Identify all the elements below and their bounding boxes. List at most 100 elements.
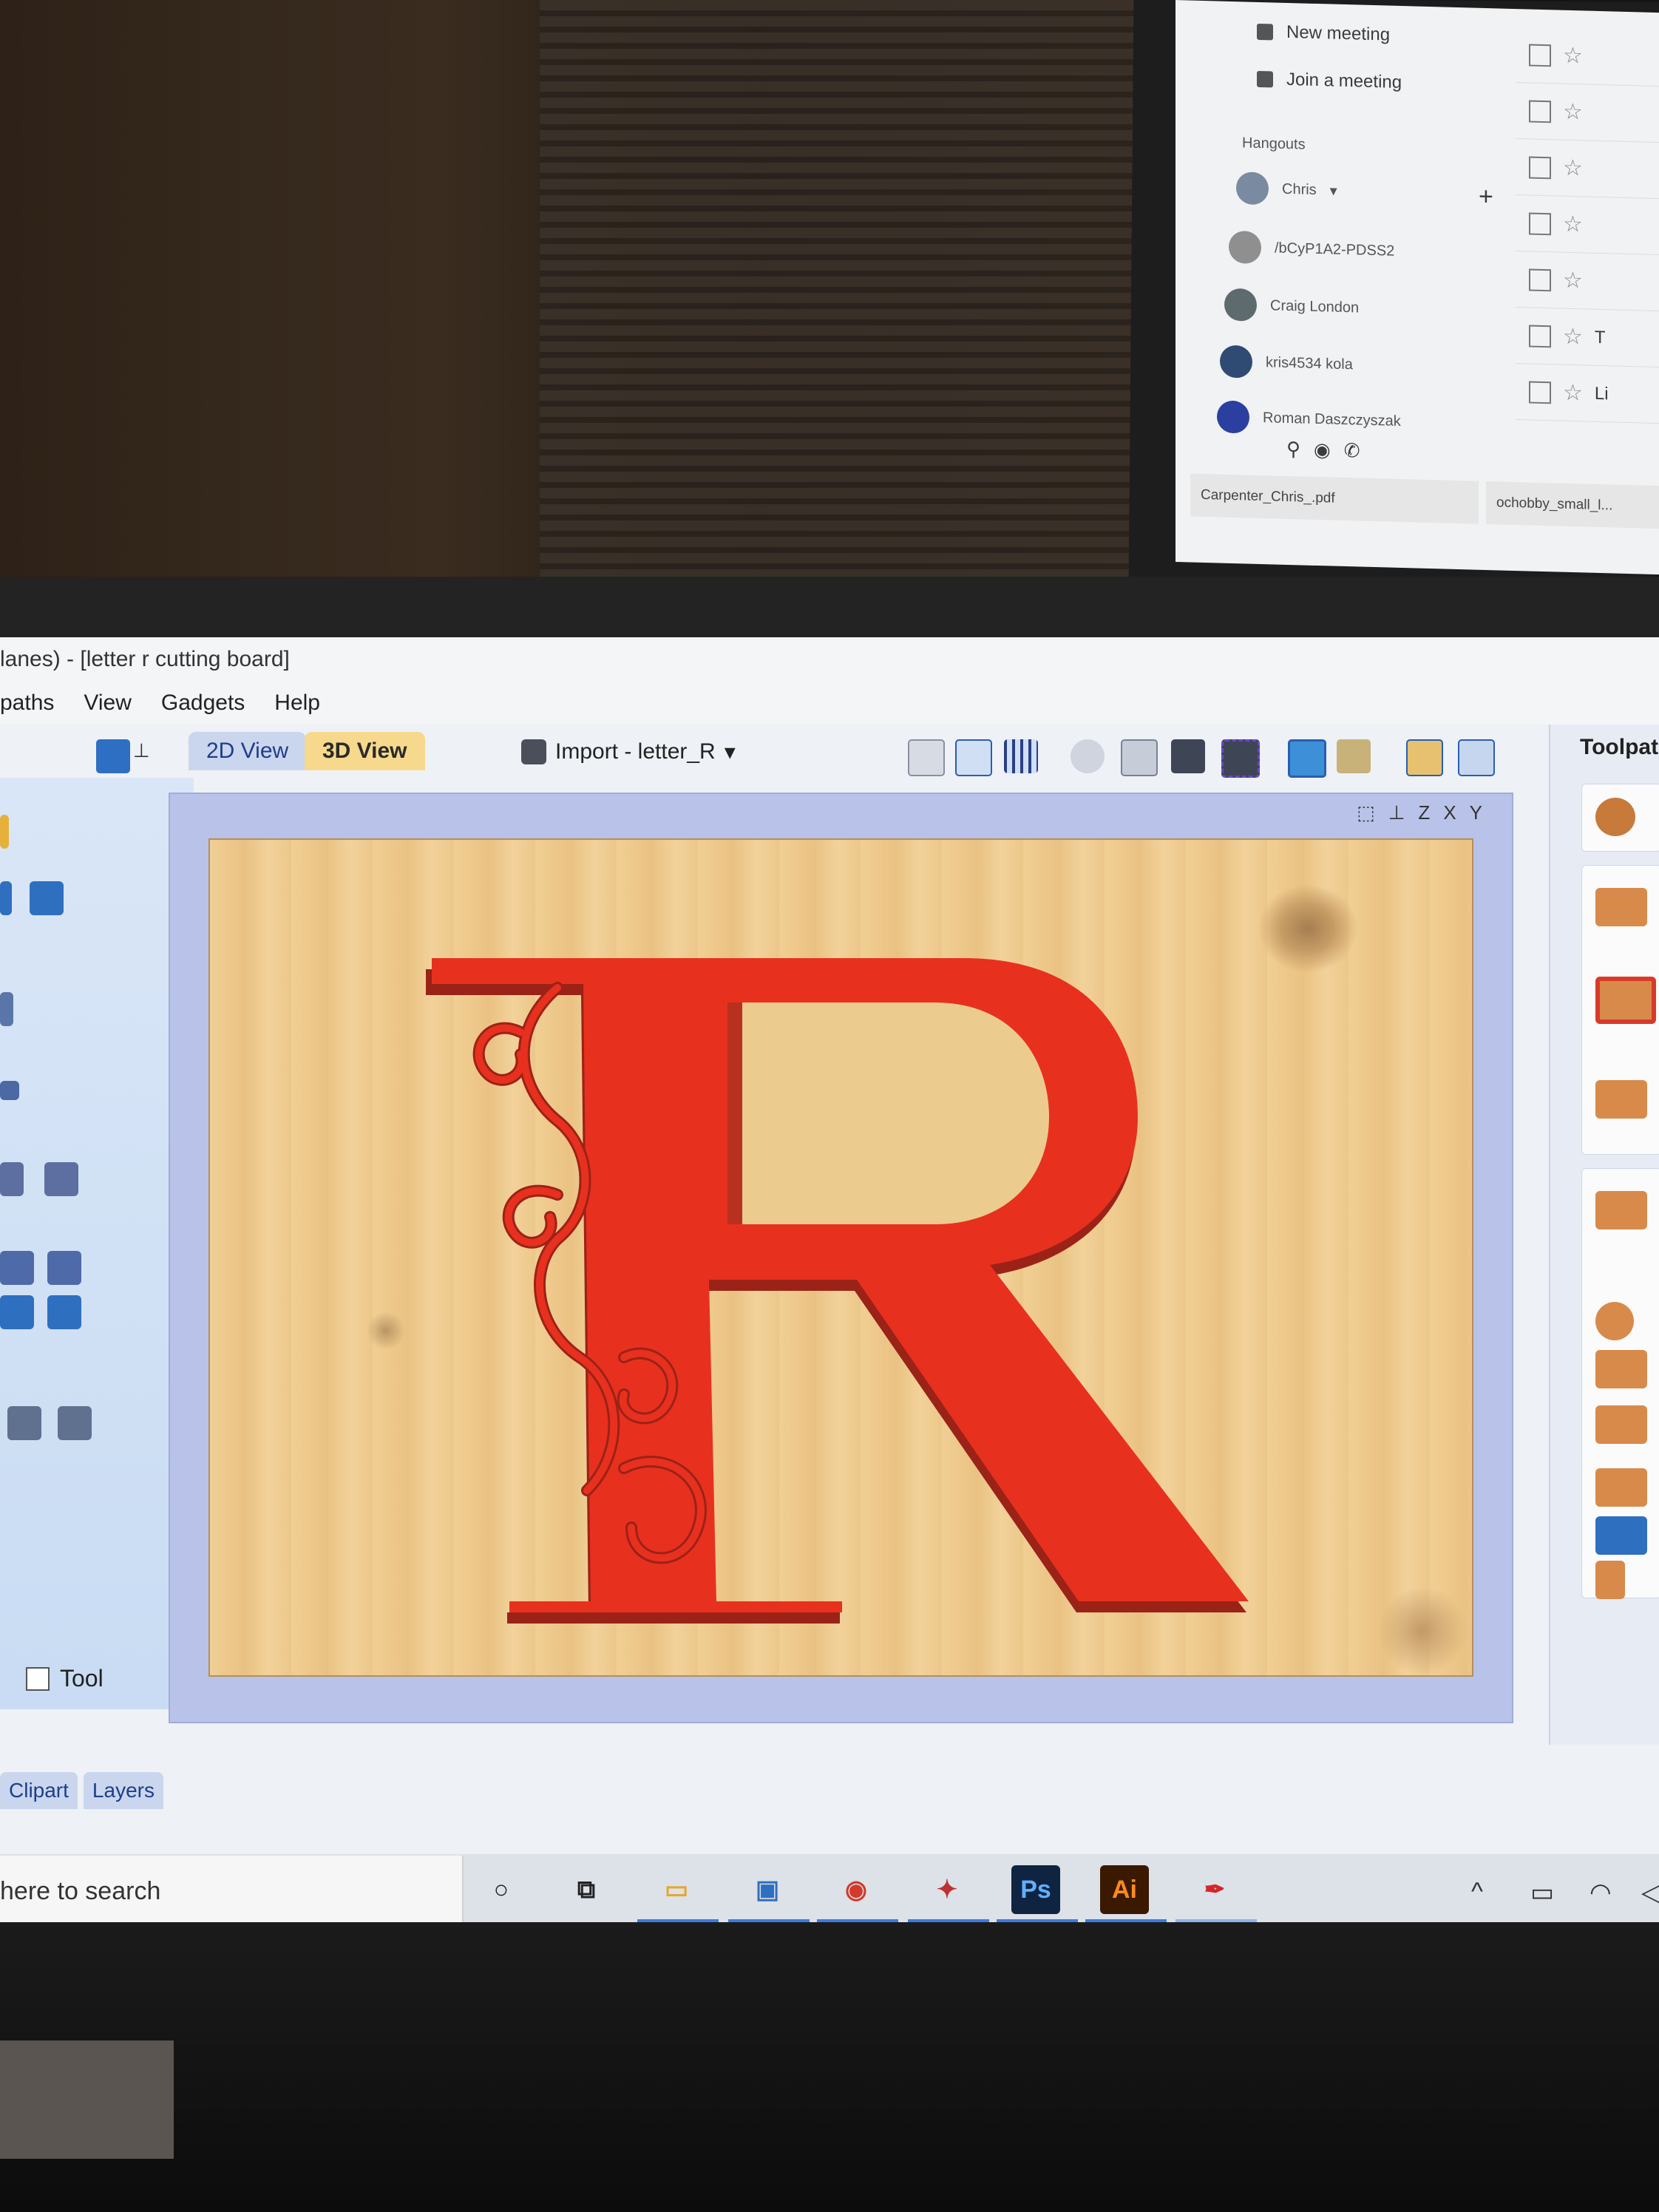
split-view-icon[interactable] [1458,739,1495,776]
wifi-icon[interactable]: ◠ [1590,1878,1612,1907]
text-icon[interactable] [0,1081,19,1100]
tab-layers[interactable]: Layers [83,1772,163,1809]
zoom-extents-icon[interactable] [1121,739,1158,776]
3d-finish-icon[interactable] [1595,1350,1647,1388]
mail-row[interactable]: ☆ [1516,139,1659,200]
taskbar-search-box[interactable]: here to search [0,1856,464,1927]
contact-item[interactable]: kris4534 kola [1220,345,1353,381]
nesting-icon[interactable] [58,1406,92,1440]
star-icon[interactable]: ☆ [1563,211,1583,238]
tab-3d-view[interactable]: 3D View [305,732,425,770]
vcarve-toolpath-icon[interactable] [1595,1191,1647,1229]
zoom-box-icon[interactable] [1221,739,1260,778]
person-icon[interactable]: ⚲ [1286,438,1300,461]
drill-toolpath-icon[interactable] [1595,1080,1647,1119]
redo-icon[interactable] [30,881,64,915]
star-icon[interactable]: ☆ [1563,99,1583,126]
contact-item[interactable]: Roman Daszczyszak [1217,400,1401,438]
star-icon[interactable]: ☆ [1563,43,1583,69]
texture-toolpath-icon[interactable] [1595,1405,1647,1444]
z-axis-view-button[interactable]: Z [1418,801,1430,824]
checkbox[interactable] [1529,325,1551,347]
checkbox[interactable] [1529,212,1551,235]
star-icon[interactable]: ☆ [1563,268,1583,294]
new-meeting-item[interactable]: New meeting [1257,21,1390,46]
star-icon[interactable] [0,992,13,1026]
add-contact-button[interactable]: + [1479,183,1493,212]
pocket-toolpath-icon[interactable] [1595,977,1656,1024]
save-toolpath-icon[interactable] [1595,1516,1647,1555]
pin-icon[interactable]: ⊥ [133,739,150,773]
import-model-dropdown[interactable]: Import - letter_R ▾ [521,733,736,770]
tool-database-icon[interactable] [1595,798,1635,836]
mail-row[interactable]: ☆ [1516,27,1659,87]
preview-toolpath-icon[interactable] [1595,1561,1625,1599]
y-axis-view-button[interactable]: Y [1470,801,1482,824]
menu-help[interactable]: Help [274,691,320,716]
tool-icon[interactable] [0,815,9,849]
checkbox[interactable] [1529,156,1551,179]
node-edit-icon[interactable] [0,1251,34,1285]
volume-icon[interactable]: ◁ [1641,1878,1659,1907]
file-explorer-icon[interactable]: ▭ [652,1865,701,1914]
mail-row[interactable]: ☆ Li [1516,364,1659,424]
illustrator-icon[interactable]: Ai [1100,1865,1149,1914]
star-icon[interactable]: ☆ [1563,380,1583,407]
battery-icon[interactable]: ▭ [1530,1878,1554,1907]
transform-icon[interactable] [0,1162,24,1196]
chat-icon[interactable]: ◉ [1314,438,1331,462]
checkbox[interactable] [1529,268,1551,291]
array-icon[interactable] [7,1406,41,1440]
toolpath-preview-icon[interactable] [1337,739,1371,773]
grid-icon[interactable] [1004,739,1038,773]
pen-tool-icon[interactable] [47,1251,81,1285]
mail-row[interactable]: ☆ [1516,83,1659,143]
contact-item[interactable]: /bCyP1A2-PDSS2 [1229,230,1394,268]
show-hidden-icons[interactable]: ^ [1471,1878,1483,1907]
menu-toolpaths[interactable]: paths [0,691,54,716]
menu-gadgets[interactable]: Gadgets [161,691,245,716]
resize-icon[interactable] [908,739,945,776]
zoom-in-icon[interactable] [1171,739,1205,773]
lighting-icon[interactable] [1288,739,1326,778]
contact-item[interactable]: Craig London [1224,288,1359,325]
pen-icon[interactable]: ✒ [1190,1865,1239,1914]
scissors-icon[interactable] [0,1295,34,1329]
checkbox[interactable] [1529,100,1551,123]
checkbox[interactable] [26,1666,50,1691]
align-center-icon[interactable] [44,1162,78,1196]
snap-icon[interactable] [955,739,992,776]
mail-row[interactable]: ☆ T [1516,308,1659,368]
toolpath-checkbox[interactable]: Tool [26,1665,104,1692]
x-axis-view-button[interactable]: X [1443,801,1456,824]
axis-icon[interactable]: ⊥ [1388,801,1405,824]
profile-toolpath-icon[interactable] [1595,888,1647,926]
photoshop-icon[interactable]: Ps [1011,1865,1060,1914]
layout-icon[interactable] [1406,739,1443,776]
checkbox[interactable] [1529,44,1551,67]
fluting-toolpath-icon[interactable] [1595,1468,1647,1507]
tab-clipart[interactable]: Clipart [0,1772,78,1809]
current-user-item[interactable]: Chris ▾ [1236,172,1337,207]
download-item[interactable]: ochobby_small_l... [1486,481,1659,529]
vectric-icon[interactable]: ✦ [923,1865,971,1914]
star-icon[interactable]: ☆ [1563,324,1583,350]
3d-viewport[interactable]: ⬚ ⊥ Z X Y R [169,793,1513,1723]
checkbox[interactable] [1529,381,1551,404]
photos-icon[interactable]: ▣ [743,1865,792,1914]
iso-view-icon[interactable]: ⬚ [1357,801,1375,824]
mail-row[interactable]: ☆ [1516,251,1659,312]
chrome-icon[interactable]: ◉ [832,1865,881,1914]
check-icon[interactable] [47,1295,81,1329]
task-view-icon[interactable]: ⧉ [562,1865,611,1914]
phone-icon[interactable]: ✆ [1344,439,1360,463]
download-item[interactable]: Carpenter_Chris_.pdf [1190,473,1479,524]
tab-2d-view[interactable]: 2D View [189,732,307,770]
menu-view[interactable]: View [84,691,131,716]
import-vector-icon[interactable] [96,739,130,773]
move-icon[interactable] [1071,739,1105,773]
cortana-icon[interactable]: ○ [477,1865,526,1914]
star-icon[interactable]: ☆ [1563,155,1583,182]
mail-row[interactable]: ☆ [1516,195,1659,256]
3d-roughing-icon[interactable] [1595,1302,1634,1340]
